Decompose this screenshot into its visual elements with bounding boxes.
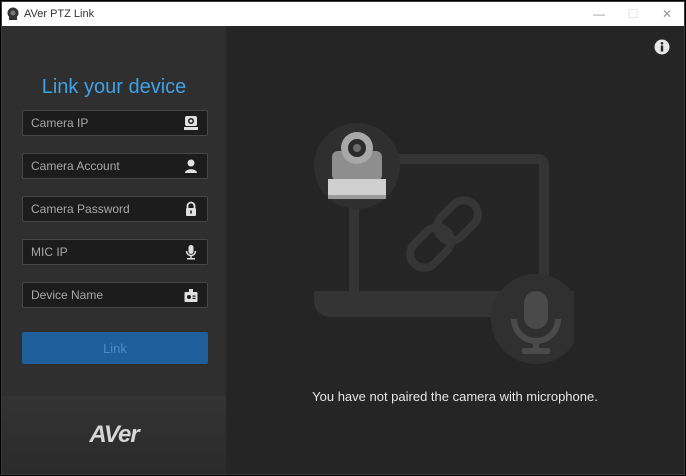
camera-account-field[interactable] [22, 153, 208, 179]
maximize-button[interactable]: ☐ [616, 2, 650, 26]
pairing-status-panel: You have not paired the camera with micr… [226, 26, 684, 474]
device-icon [183, 287, 199, 303]
camera-icon [183, 115, 199, 131]
link-form-panel: Link your device Camera IP Camera Accoun… [2, 26, 226, 396]
camera-password-input[interactable] [23, 197, 173, 221]
app-logo-icon [6, 7, 20, 21]
minimize-button[interactable]: — [582, 2, 616, 26]
sidebar-footer: AVer [2, 396, 226, 474]
lock-icon [183, 201, 199, 217]
form-heading: Link your device [41, 76, 187, 98]
close-button[interactable]: ✕ [650, 2, 684, 26]
window-controls: — ☐ ✕ [582, 2, 684, 26]
mic-ip-field[interactable] [22, 239, 208, 265]
camera-ip-input[interactable] [23, 111, 173, 135]
microphone-icon [183, 244, 199, 260]
camera-password-field[interactable] [22, 196, 208, 222]
chain-link-icon [406, 196, 482, 272]
title-bar: AVer PTZ Link — ☐ ✕ [2, 2, 684, 26]
camera-account-input[interactable] [23, 154, 173, 178]
device-name-input[interactable] [23, 283, 173, 307]
info-icon[interactable] [654, 39, 670, 55]
link-button[interactable]: Link [22, 332, 208, 364]
pairing-status-message: You have not paired the camera with micr… [312, 389, 598, 404]
link-sidebar: Link your device Camera IP Camera Accoun… [2, 26, 226, 474]
window-title: AVer PTZ Link [24, 8, 95, 20]
pairing-illustration [314, 123, 574, 364]
aver-logo: AVer [89, 421, 139, 448]
user-icon [183, 158, 199, 174]
camera-ip-field[interactable] [22, 110, 208, 136]
mic-ip-input[interactable] [23, 240, 173, 264]
device-name-field[interactable] [22, 282, 208, 308]
app-window: AVer PTZ Link — ☐ ✕ Link your device Cam… [1, 1, 685, 475]
